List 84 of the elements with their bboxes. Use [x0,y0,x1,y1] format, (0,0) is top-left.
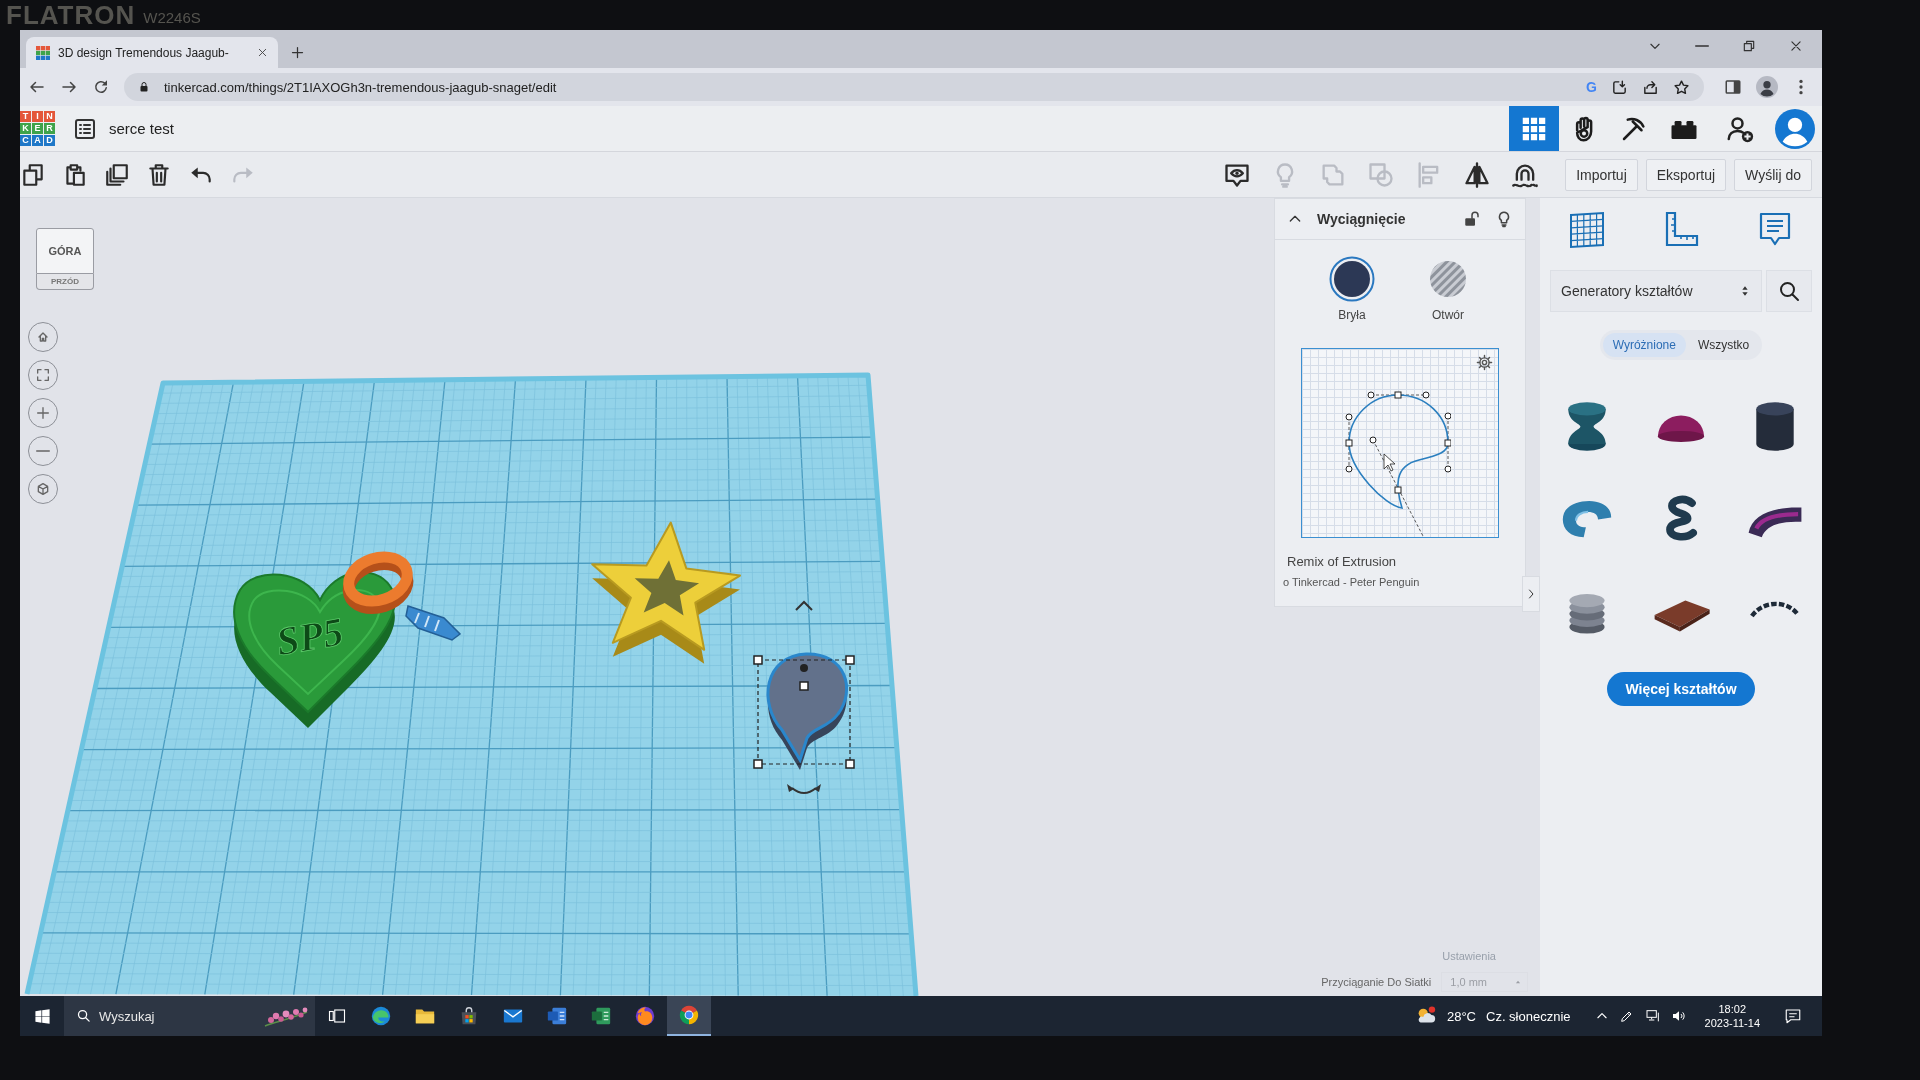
star-icon[interactable] [1673,78,1690,96]
minus-icon [36,449,50,453]
logo-tile: E [32,123,43,134]
search-icon [76,1008,91,1023]
avatar-icon[interactable] [1775,108,1815,149]
swirl-logo-icon [370,1005,392,1027]
snap-grid-label: Przyciąganie Do Siatki [1321,976,1432,988]
shape-title: Remix of Extrusion [1287,554,1398,569]
bezel-brand-label: FLATRON [6,0,136,31]
address-bar[interactable]: tinkercad.com/things/2T1IAXOGh3n-tremendous-jaagub-snaget/edit G [124,73,1704,101]
solid-option[interactable]: Bryła [1329,256,1375,322]
toolbar-button[interactable]: Importuj [1565,158,1638,191]
weather-temperature[interactable]: 28°C [1446,1008,1476,1024]
network-icon[interactable] [1644,1008,1661,1024]
more-shapes-button[interactable]: Więcej kształtów [1607,672,1755,706]
install-icon[interactable] [1611,78,1628,96]
weather-condition[interactable]: Cz. słonecznie [1486,1008,1571,1024]
cube-front-face[interactable]: PRZÓD [36,274,94,290]
minimize-icon[interactable] [1695,44,1709,48]
search-icon [1777,279,1801,303]
clock-date[interactable]: 2023-11-14 [1704,1016,1760,1030]
logo-tile: I [32,111,43,122]
logo-tile: T [20,111,31,122]
height-handle[interactable] [800,664,808,672]
logo-tile: N [44,111,55,122]
library-tab[interactable]: Wszystko [1687,333,1760,357]
resize-handle[interactable] [753,759,763,769]
category-dropdown[interactable]: Generatory kształtów [1550,270,1762,312]
plus-icon[interactable] [290,45,305,60]
library-tab[interactable]: Wyróżnione [1602,333,1686,357]
resize-handle[interactable] [845,759,855,769]
workplane-grid-icon[interactable] [1567,210,1607,250]
profile-icon[interactable] [1756,76,1778,98]
toolbar-button[interactable]: Eksportuj [1645,158,1727,191]
side-panel-icon[interactable] [1724,78,1742,96]
logo-tile: D [44,135,55,146]
copy-icon[interactable] [20,161,46,188]
search-field[interactable]: Wyszukaj [64,996,315,1036]
task-view-icon[interactable] [328,1007,346,1025]
toolbar-button[interactable]: Wyślij do [1734,158,1812,191]
windows-logo-icon[interactable] [33,1007,51,1025]
resize-handle[interactable] [845,655,855,665]
reload-icon[interactable] [92,78,110,96]
document-icon [546,1005,568,1027]
ring-logo-icon [678,1004,700,1026]
trash-icon[interactable] [146,161,172,188]
browser-tab[interactable]: 3D design Tremendous Jaagub- [26,37,278,68]
mirror-icon[interactable] [1463,160,1492,189]
resize-handle[interactable] [753,655,763,665]
duplicate-icon[interactable] [104,161,130,188]
settings-icon[interactable] [1476,354,1493,371]
close-icon[interactable] [257,47,268,58]
logo-tile: R [44,123,55,134]
inspector-title: Wyciągnięcie [1317,211,1407,227]
restore-icon[interactable] [1742,39,1756,53]
list-icon[interactable] [73,116,97,141]
shape-editor-preview[interactable] [1301,348,1499,538]
logo-tile: K [20,123,31,134]
heart-engraving-text: SP5 [273,608,347,665]
notification-icon[interactable] [1784,1007,1802,1025]
grid-logo-icon [36,45,50,60]
flame-globe-icon [634,1005,656,1027]
rotate-arrow-icon[interactable] [787,784,821,794]
hole-option[interactable]: Otwór [1425,256,1471,322]
bezel-model-label: W2246S [143,8,201,26]
bar-shape [405,605,462,641]
clock-time[interactable]: 18:02 [1718,1002,1747,1016]
close-icon[interactable] [1789,39,1803,53]
cube-icon [35,481,51,497]
open-padlock-icon[interactable] [1463,210,1481,228]
logo-tile: A [32,135,43,146]
cube-top-face[interactable]: GÓRA [36,228,94,274]
taskbar-app-button[interactable] [667,996,711,1036]
ring-shape [342,551,414,614]
search-button[interactable] [1766,270,1812,312]
fit-icon [35,367,51,383]
spreadsheet-icon [590,1005,612,1027]
logo-tile: C [20,135,31,146]
share-icon[interactable] [1642,78,1659,96]
shape-author: o Tinkercad - Peter Penguin [1283,576,1421,588]
plus-icon [35,405,51,421]
resize-handle[interactable] [799,681,809,691]
design-name[interactable]: serce test [109,120,175,137]
lock-icon [138,81,150,93]
